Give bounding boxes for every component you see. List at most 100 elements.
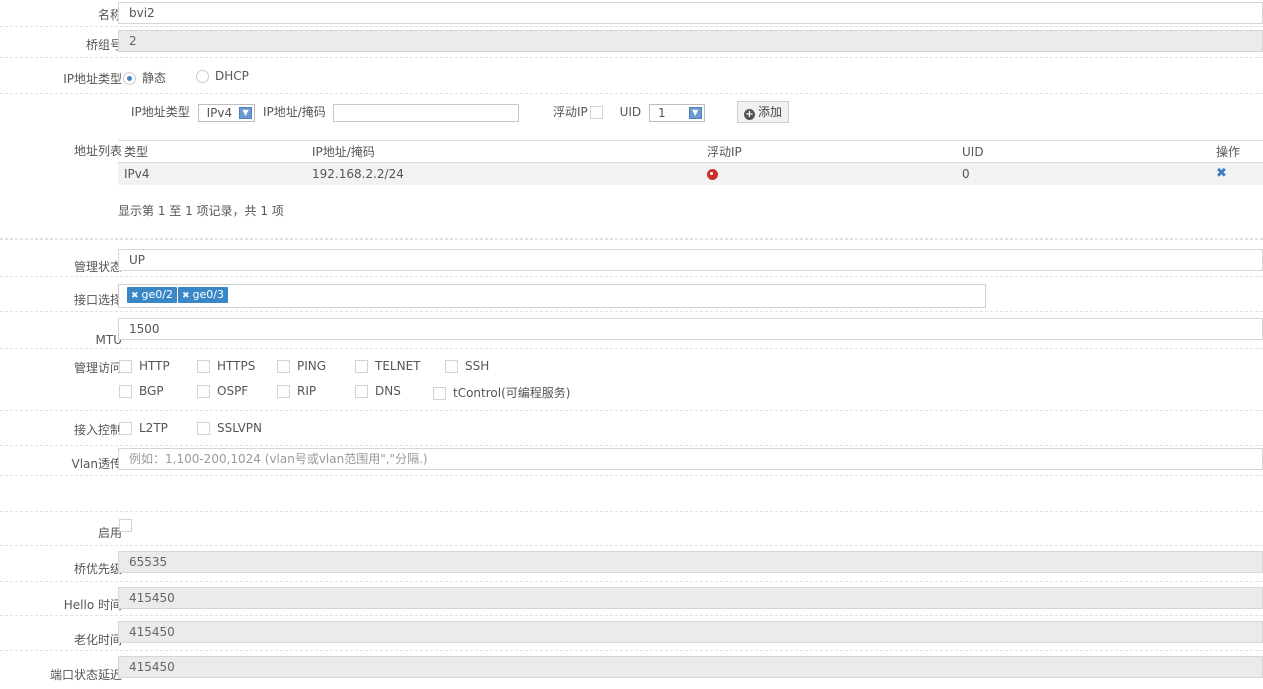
hello-time-field: 415450 [118,587,1263,609]
chevron-down-icon: ▼ [239,106,253,119]
addr-floating-ip-label: 浮动IP [553,105,588,119]
addr-ip-mask-input[interactable] [332,103,519,122]
radio-dhcp[interactable]: DHCP [196,69,249,83]
cell-uid: 0 [962,166,970,181]
mgmt-ping[interactable]: PING [277,359,326,373]
name-input[interactable]: bvi2 [118,2,1263,24]
admin-status-label: 管理状态 [73,260,122,274]
mtu-input[interactable]: 1500 [118,318,1263,340]
mgmt-access-label: 管理访问 [73,361,122,375]
admin-status-select[interactable]: UP [118,249,1263,271]
mgmt-ssh[interactable]: SSH [445,359,489,373]
mgmt-rip-label: RIP [297,384,317,398]
checkbox-icon [119,422,132,435]
checkbox-icon [445,360,458,373]
vlan-label: Vlan透传 [71,457,122,471]
hello-time-label: Hello 时间 [63,598,122,612]
radio-static-label: 静态 [142,71,167,85]
enable-checkbox[interactable] [119,519,132,532]
addr-uid-label: UID [619,105,642,119]
aging-time-field: 415450 [118,621,1263,643]
access-sslvpn[interactable]: SSLVPN [197,421,262,435]
cell-ip: 192.168.2.2/24 [312,166,404,181]
access-control-label: 接入控制 [73,423,122,437]
port-delay-row: 端口状态延迟 415450 [0,651,1263,689]
table-summary: 显示第 1 至 1 项记录，共 1 项 [118,204,284,218]
checkbox-icon [197,360,210,373]
mgmt-access-row: 管理访问 HTTP HTTPS PING TELNET SSH BGP OSPF… [0,349,1263,411]
mgmt-ospf[interactable]: OSPF [197,384,248,398]
vlan-input[interactable]: 例如：1,100-200,1024 (vlan号或vlan范围用","分隔.) [118,448,1263,470]
col-type: 类型 [124,145,149,159]
interface-tag[interactable]: ✖ ge0/2 [127,287,177,303]
access-l2tp[interactable]: L2TP [119,421,168,435]
name-row: 名称 bvi2 [0,0,1263,27]
addr-ip-type-value: IPv4 [206,105,233,120]
interface-tag-label: ge0/2 [141,288,173,301]
mgmt-http[interactable]: HTTP [119,359,170,373]
plus-icon: + [744,109,755,120]
disabled-circle-icon [707,168,718,180]
aging-time-label: 老化时间 [73,633,122,647]
enable-row: 启用 [0,511,1263,546]
mgmt-tcontrol-label: tControl(可编程服务) [453,386,571,400]
mgmt-telnet[interactable]: TELNET [355,359,421,373]
radio-static[interactable]: 静态 [123,69,166,86]
checkbox-icon [197,385,210,398]
col-uid: UID [962,144,984,159]
checkbox-icon [277,385,290,398]
mgmt-dns[interactable]: DNS [355,384,401,398]
mgmt-ping-label: PING [297,359,327,373]
mgmt-ospf-label: OSPF [217,384,249,398]
checkbox-icon [197,422,210,435]
vlan-row: Vlan透传 例如：1,100-200,1024 (vlan号或vlan范围用"… [0,446,1263,476]
delete-icon[interactable]: ✖ [1216,166,1227,181]
address-list-label: 地址列表 [73,144,122,158]
radio-static-icon [123,72,136,85]
cell-floating-ip [701,163,956,185]
addr-ip-type-select[interactable]: IPv4 ▼ [197,103,256,122]
interfaces-select[interactable]: ✖ ge0/2 ✖ ge0/3 [118,284,986,308]
bridge-group-field: 2 [118,30,1263,52]
close-icon[interactable]: ✖ [182,291,190,301]
mgmt-dns-label: DNS [375,384,401,398]
table-row: IPv4 192.168.2.2/24 0 ✖ [118,162,1263,185]
col-floating-ip: 浮动IP [707,145,742,159]
chevron-down-icon: ▼ [688,106,702,119]
checkbox-icon [355,385,368,398]
mgmt-https[interactable]: HTTPS [197,359,255,373]
checkbox-icon [355,360,368,373]
mgmt-https-label: HTTPS [217,359,256,373]
cell-type: IPv4 [124,166,150,181]
mtu-row: MTU 1500 [0,312,1263,349]
port-delay-label: 端口状态延迟 [49,668,122,682]
bridge-priority-label: 桥优先级 [73,562,122,576]
mgmt-bgp-label: BGP [139,384,164,398]
close-icon[interactable]: ✖ [131,291,139,301]
checkbox-icon [119,360,132,373]
table-header-row: 类型 IP地址/掩码 浮动IP UID 操作 [118,140,1263,163]
mgmt-bgp[interactable]: BGP [119,384,164,398]
mgmt-ssh-label: SSH [465,359,490,373]
addr-uid-value: 1 [658,105,666,120]
mgmt-tcontrol[interactable]: tControl(可编程服务) [433,384,570,401]
bridge-group-label: 桥组号 [85,38,122,52]
add-address-button[interactable]: + 添加 [737,101,790,123]
admin-status-row: 管理状态 UP [0,239,1263,277]
ip-type-label: IP地址类型 [63,72,122,86]
mgmt-rip[interactable]: RIP [277,384,316,398]
access-control-row: 接入控制 L2TP SSLVPN [0,411,1263,446]
addr-floating-ip-checkbox[interactable] [589,106,603,119]
addr-uid-select[interactable]: 1 ▼ [649,103,705,122]
hello-time-row: Hello 时间 415450 [0,582,1263,616]
ip-type-row: IP地址类型 静态 DHCP [0,58,1263,94]
radio-dhcp-icon [196,70,209,83]
address-form: IP地址类型 IPv4 ▼ IP地址/掩码 [131,103,519,122]
interfaces-label: 接口选择 [73,293,122,307]
bridge-group-row: 桥组号 2 [0,27,1263,58]
checkbox-icon [277,360,290,373]
interface-tag-label: ge0/3 [192,288,224,301]
access-sslvpn-label: SSLVPN [217,421,263,435]
address-form-right: 浮动IP UID 1 ▼ [553,103,705,122]
interface-tag[interactable]: ✖ ge0/3 [178,287,228,303]
